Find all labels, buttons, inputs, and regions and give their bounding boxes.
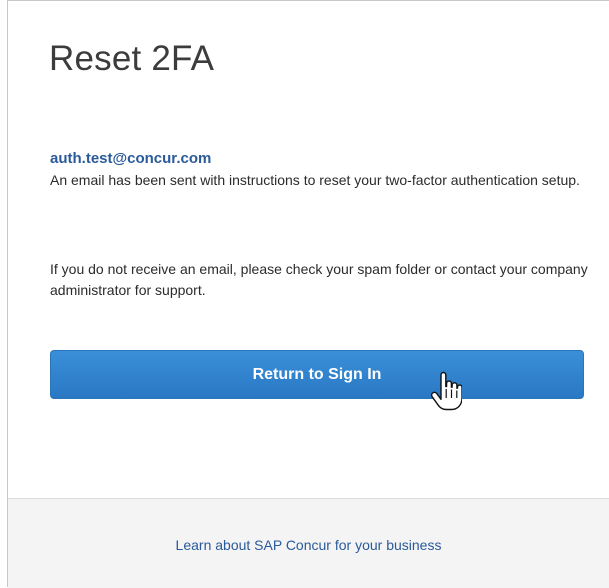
page-footer: Learn about SAP Concur for your business — [8, 499, 609, 588]
hand-cursor-icon — [430, 371, 462, 411]
account-email: auth.test@concur.com — [50, 150, 212, 167]
reset-2fa-panel: Reset 2FA auth.test@concur.com An email … — [7, 0, 609, 588]
reset-2fa-content: Reset 2FA auth.test@concur.com An email … — [8, 1, 609, 498]
return-to-sign-in-button[interactable]: Return to Sign In — [50, 350, 584, 399]
email-sent-message: An email has been sent with instructions… — [50, 172, 580, 188]
learn-about-sap-concur-link[interactable]: Learn about SAP Concur for your business — [8, 537, 609, 553]
help-message: If you do not receive an email, please c… — [50, 261, 588, 298]
page-title: Reset 2FA — [49, 39, 215, 78]
